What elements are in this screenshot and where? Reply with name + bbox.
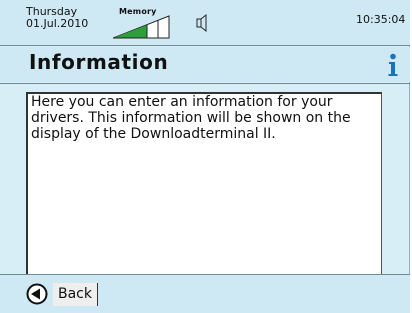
divider [0, 83, 410, 84]
divider [0, 45, 410, 46]
clock: 10:35:04 [356, 13, 406, 26]
title-bar: Information [0, 47, 410, 82]
information-text-area[interactable]: Here you can enter an information for yo… [26, 92, 382, 300]
page-title: Information [29, 50, 169, 74]
back-arrow-icon [26, 283, 48, 305]
footer-bar: Back [0, 275, 410, 313]
memory-indicator: Memory [112, 7, 183, 41]
info-icon[interactable] [387, 53, 399, 77]
speaker-icon[interactable] [196, 13, 212, 33]
date-label: 01.Jul.2010 [26, 17, 89, 30]
device-screen: Thursday 01.Jul.2010 Memory 10:35:04 Inf… [0, 0, 410, 313]
back-button-label: Back [53, 282, 98, 306]
date-display: Thursday 01.Jul.2010 [26, 6, 88, 30]
back-button[interactable]: Back [26, 281, 98, 307]
memory-label: Memory [119, 7, 157, 16]
status-bar: Thursday 01.Jul.2010 Memory 10:35:04 [0, 0, 410, 45]
